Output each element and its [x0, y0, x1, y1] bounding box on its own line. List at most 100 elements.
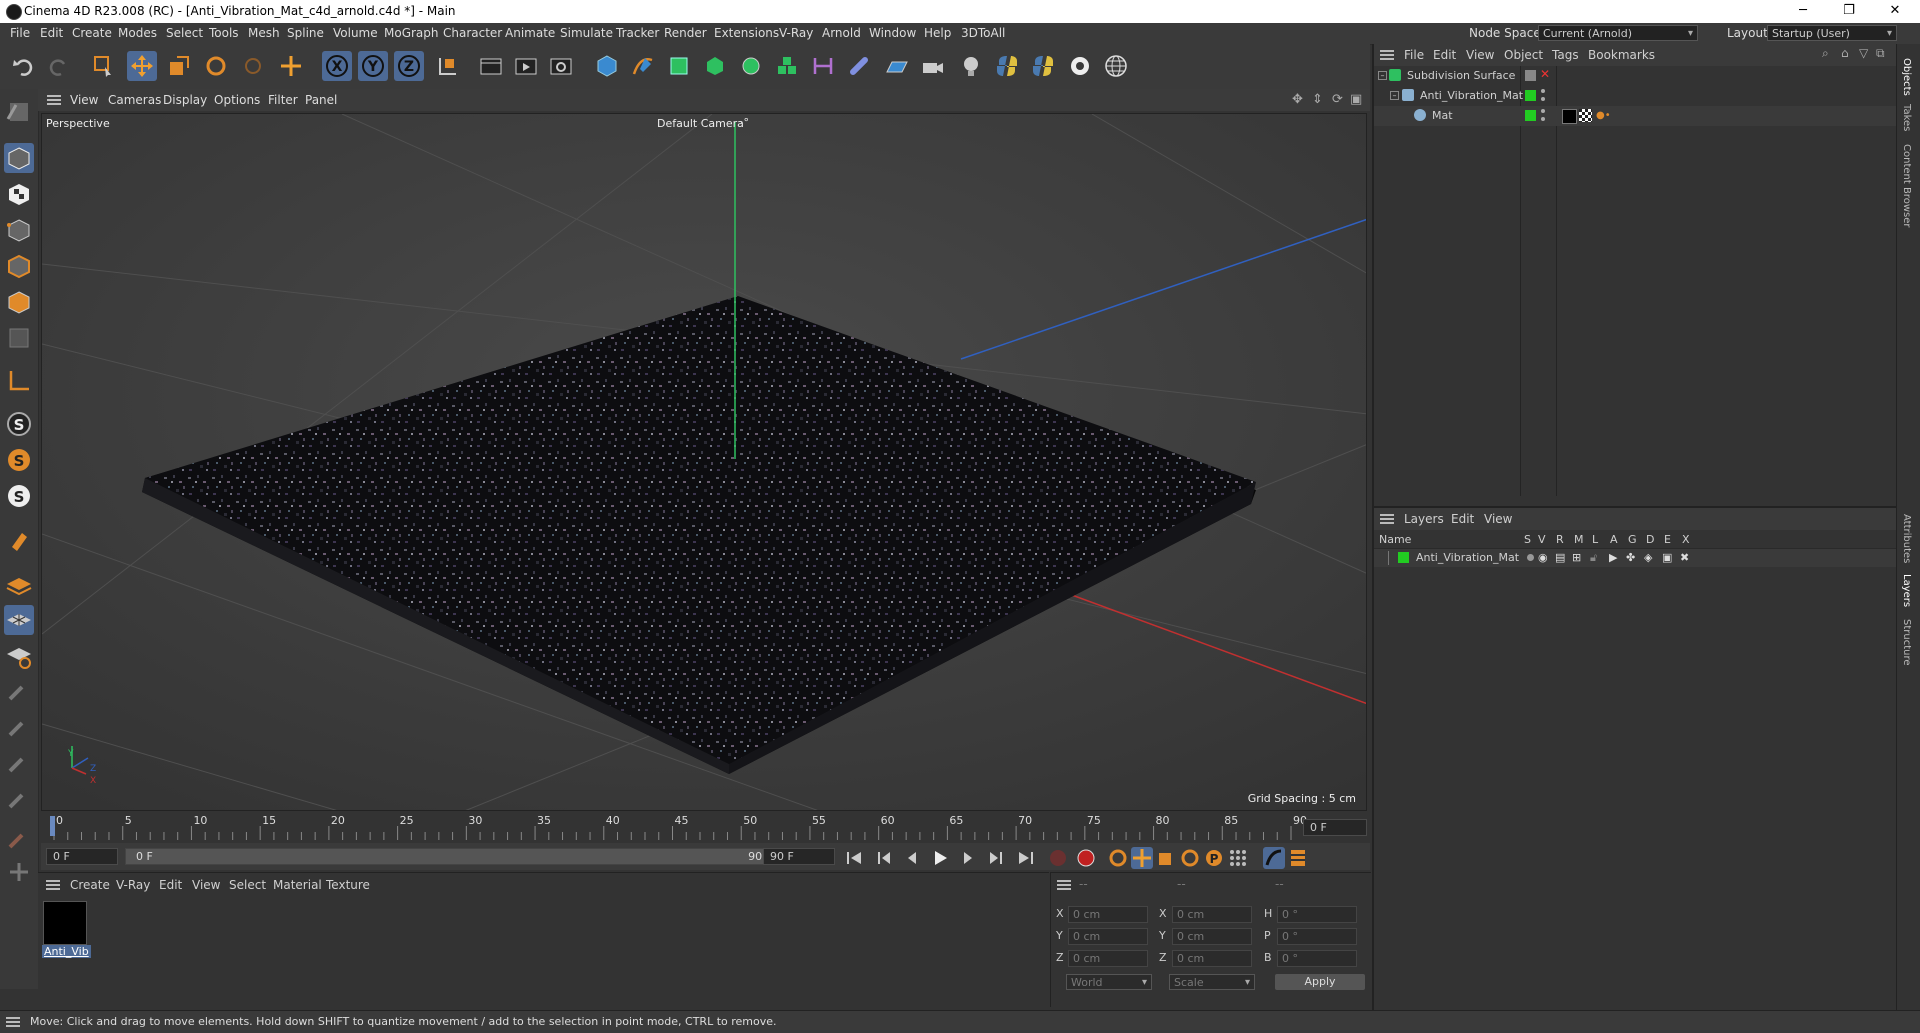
status-menu-icon[interactable]: [6, 1017, 20, 1027]
filter-icon[interactable]: ▽: [1859, 46, 1868, 60]
menu-animate[interactable]: Animate: [505, 26, 555, 40]
pos-z-field[interactable]: 0 cm: [1068, 950, 1148, 967]
smooth-brush-icon[interactable]: [4, 749, 34, 779]
tree-row-mat[interactable]: Mat ●•: [1374, 106, 1897, 126]
layers-menu-edit[interactable]: Edit: [1451, 512, 1474, 526]
generator-icon[interactable]: ✤: [1626, 551, 1635, 564]
viewport-menu-options[interactable]: Options: [214, 93, 260, 107]
coordinate-system-button[interactable]: [432, 51, 462, 81]
layer-color-tag[interactable]: [1525, 110, 1536, 121]
grab-brush-icon[interactable]: [4, 825, 34, 855]
redo-button[interactable]: [43, 51, 73, 81]
key-scale-icon[interactable]: [1155, 847, 1177, 869]
menu-render[interactable]: Render: [664, 26, 707, 40]
model-mode-icon[interactable]: [4, 143, 34, 173]
material-menu-texture[interactable]: Texture: [326, 878, 370, 892]
knife-brush-icon[interactable]: [4, 785, 34, 815]
material-menu-select[interactable]: Select: [229, 878, 266, 892]
material-swatch[interactable]: [43, 901, 87, 945]
viewport-menu-view[interactable]: View: [70, 93, 98, 107]
scale-tool-button[interactable]: [164, 51, 194, 81]
cube-object-button[interactable]: [592, 51, 622, 81]
rotate-view-icon[interactable]: ⟳: [1332, 92, 1343, 107]
size-z-field[interactable]: 0 cm: [1172, 950, 1252, 967]
deformer-button[interactable]: [808, 51, 838, 81]
xref-icon[interactable]: ✖: [1680, 551, 1689, 564]
menu-mesh[interactable]: Mesh: [248, 26, 280, 40]
tab-takes[interactable]: Takes: [1901, 104, 1912, 131]
playhead[interactable]: [50, 816, 55, 836]
go-to-end-icon[interactable]: [1015, 847, 1037, 869]
menu-create[interactable]: Create: [72, 26, 112, 40]
pos-x-field[interactable]: 0 cm: [1068, 906, 1148, 923]
menu-arnold[interactable]: Arnold: [822, 26, 861, 40]
layer-col-xrefs[interactable]: X: [1682, 533, 1690, 546]
snap-settings-icon[interactable]: S: [4, 445, 34, 475]
menu-tools[interactable]: Tools: [209, 26, 239, 40]
menu-3dtoall[interactable]: 3DToAll: [961, 26, 1005, 40]
material-menu-icon[interactable]: [46, 880, 60, 890]
lock-icon[interactable]: 🔓︎: [1590, 551, 1597, 565]
expand-toggle-icon[interactable]: –: [1390, 91, 1399, 100]
layer-col-generators[interactable]: G: [1628, 533, 1637, 546]
key-pla-icon[interactable]: [1227, 847, 1249, 869]
key-rotation-icon[interactable]: [1179, 847, 1201, 869]
current-frame-field[interactable]: 0 F: [1303, 819, 1367, 836]
layers-menu-layers[interactable]: Layers: [1404, 512, 1444, 526]
motion-system-icon[interactable]: [1263, 847, 1285, 869]
move-duplicate-button[interactable]: [276, 51, 306, 81]
autokey-icon[interactable]: [1075, 847, 1097, 869]
sculpt-brush-icon[interactable]: [4, 677, 34, 707]
menu-mograph[interactable]: MoGraph: [384, 26, 439, 40]
expression-icon[interactable]: ▣: [1662, 551, 1672, 564]
key-position-icon[interactable]: [1131, 847, 1153, 869]
viewport-menu-icon[interactable]: [47, 95, 61, 105]
apply-button[interactable]: Apply: [1275, 974, 1365, 990]
home-icon[interactable]: ⌂: [1841, 46, 1849, 60]
layer-row[interactable]: Anti_Vibration_Mat ◉ ▤ ⊞ 🔓︎ ▶ ✤ ◈ ▣ ✖: [1374, 549, 1897, 567]
mograph-cloner-button[interactable]: [772, 51, 802, 81]
pos-y-field[interactable]: 0 cm: [1068, 928, 1148, 945]
move-tool-button[interactable]: [127, 51, 157, 81]
subdivision-surface-button[interactable]: [664, 51, 694, 81]
globe-icon[interactable]: [1101, 51, 1131, 81]
menu-edit[interactable]: Edit: [40, 26, 63, 40]
layers-menu-view[interactable]: View: [1484, 512, 1512, 526]
texture-mode-icon[interactable]: [4, 179, 34, 209]
light-button[interactable]: [956, 51, 986, 81]
magnet-icon[interactable]: [4, 525, 34, 555]
menu-extensions[interactable]: Extensions: [714, 26, 779, 40]
material-tag-icon[interactable]: [1562, 109, 1577, 124]
menu-spline[interactable]: Spline: [287, 26, 324, 40]
layout-dropdown[interactable]: Startup (User): [1767, 25, 1897, 42]
visibility-editor-dot[interactable]: [1541, 109, 1545, 113]
gear-icon[interactable]: [1065, 51, 1095, 81]
polygons-mode-icon[interactable]: [4, 287, 34, 317]
edges-mode-icon[interactable]: [4, 251, 34, 281]
objects-menu-view[interactable]: View: [1466, 48, 1494, 62]
next-key-icon[interactable]: [985, 847, 1007, 869]
paint-brush-icon[interactable]: [4, 713, 34, 743]
next-frame-icon[interactable]: [957, 847, 979, 869]
layer-col-deformers[interactable]: D: [1646, 533, 1654, 546]
record-disabled-icon[interactable]: [1047, 847, 1069, 869]
solo-dot-icon[interactable]: [1527, 554, 1534, 561]
coordinate-system-dropdown[interactable]: World: [1066, 974, 1152, 991]
menu-vray[interactable]: V-Ray: [779, 26, 813, 40]
render-view-button[interactable]: [476, 51, 506, 81]
tree-row-subdivision-surface[interactable]: – Subdivision Surface ✕: [1374, 66, 1897, 86]
spline-pen-button[interactable]: [628, 51, 658, 81]
z-axis-lock-button[interactable]: Z: [394, 51, 424, 81]
previous-frame-icon[interactable]: [901, 847, 923, 869]
tab-objects[interactable]: Objects: [1901, 58, 1912, 96]
material-menu-view[interactable]: View: [192, 878, 220, 892]
rot-h-field[interactable]: 0 °: [1277, 906, 1357, 923]
objects-menu-icon[interactable]: [1380, 50, 1394, 60]
viewport-menu-filter[interactable]: Filter: [268, 93, 298, 107]
size-x-field[interactable]: 0 cm: [1172, 906, 1252, 923]
animation-play-icon[interactable]: ▶: [1609, 551, 1617, 564]
pan-view-icon[interactable]: ✥: [1292, 92, 1303, 107]
material-name[interactable]: Anti_Vib: [42, 945, 91, 958]
menu-character[interactable]: Character: [443, 26, 502, 40]
workplane-grid-icon[interactable]: [4, 605, 34, 635]
